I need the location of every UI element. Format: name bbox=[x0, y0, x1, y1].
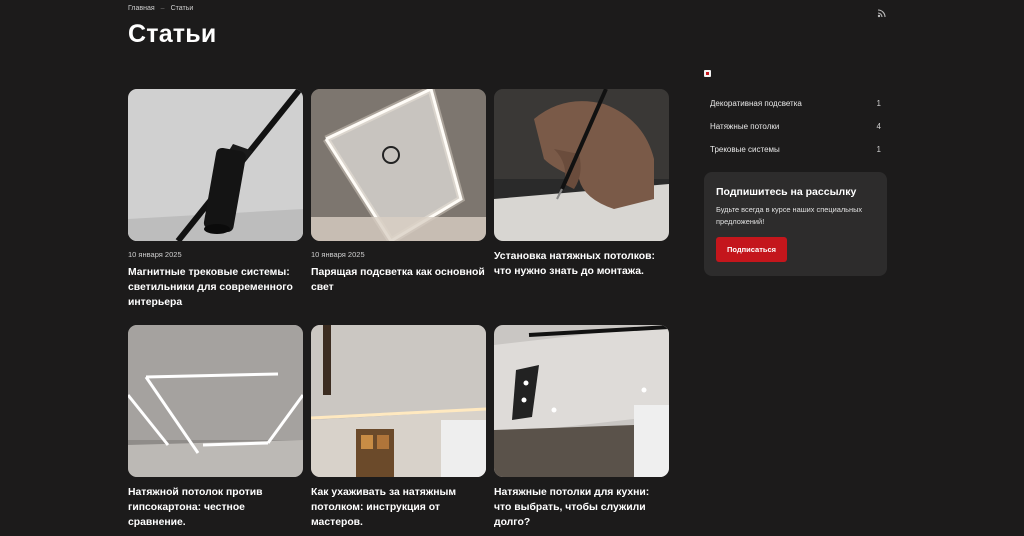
article-image-floating-light[interactable] bbox=[311, 89, 486, 241]
article-image-light-lines[interactable] bbox=[128, 325, 303, 477]
article-card[interactable]: Установка натяжных потолков: что нужно з… bbox=[494, 89, 669, 279]
article-card[interactable]: 10 января 2025 Магнитные трековые систем… bbox=[128, 89, 303, 310]
category-name[interactable]: Натяжные потолки bbox=[710, 122, 779, 131]
breadcrumb-home-link[interactable]: Главная bbox=[128, 5, 155, 12]
article-title[interactable]: Установка натяжных потолков: что нужно з… bbox=[494, 249, 669, 279]
subscribe-title: Подпишитесь на рассылку bbox=[716, 186, 857, 198]
page-title: Статьи bbox=[128, 20, 217, 48]
breadcrumb-separator: – bbox=[160, 5, 165, 12]
subscribe-button[interactable]: Подписаться bbox=[716, 237, 788, 262]
category-item[interactable]: Трековые системы 1 bbox=[704, 138, 887, 161]
breadcrumb: Главная – Статьи bbox=[128, 5, 193, 12]
article-card[interactable]: Натяжной потолок против гипсокартона: че… bbox=[128, 325, 303, 530]
category-count: 1 bbox=[876, 145, 881, 154]
article-image-kitchen-ceiling[interactable] bbox=[494, 325, 669, 477]
article-card[interactable]: Как ухаживать за натяжным потолком: инст… bbox=[311, 325, 486, 530]
article-date: 10 января 2025 bbox=[128, 250, 182, 259]
category-count: 4 bbox=[876, 122, 881, 131]
category-name[interactable]: Трековые системы bbox=[710, 145, 780, 154]
category-item[interactable]: Декоративная подсветка 1 bbox=[704, 92, 887, 115]
category-name[interactable]: Декоративная подсветка bbox=[710, 99, 802, 108]
article-image-hand-writing[interactable] bbox=[494, 89, 669, 241]
article-image-track-light[interactable] bbox=[128, 89, 303, 241]
article-title[interactable]: Магнитные трековые системы: светильники … bbox=[128, 265, 303, 310]
article-title[interactable]: Натяжной потолок против гипсокартона: че… bbox=[128, 485, 303, 530]
sidebar: Декоративная подсветка 1 Натяжные потолк… bbox=[704, 70, 887, 276]
article-date: 10 января 2025 bbox=[311, 250, 365, 259]
breadcrumb-current: Статьи bbox=[170, 5, 194, 12]
article-card[interactable]: 10 января 2025 Парящая подсветка как осн… bbox=[311, 89, 486, 295]
category-item[interactable]: Натяжные потолки 4 bbox=[704, 115, 887, 138]
article-title[interactable]: Как ухаживать за натяжным потолком: инст… bbox=[311, 485, 486, 530]
article-image-room-ceiling[interactable] bbox=[311, 325, 486, 477]
article-card[interactable]: Натяжные потолки для кухни: что выбрать,… bbox=[494, 325, 669, 530]
category-count: 1 bbox=[876, 99, 881, 108]
subscribe-text: Будьте всегда в курсе наших специальных … bbox=[716, 205, 863, 226]
categories-icon bbox=[704, 70, 711, 77]
rss-icon[interactable] bbox=[877, 8, 887, 18]
article-title[interactable]: Натяжные потолки для кухни: что выбрать,… bbox=[494, 485, 669, 530]
article-title[interactable]: Парящая подсветка как основной свет bbox=[311, 265, 486, 295]
subscribe-panel: Подпишитесь на рассылку Будьте всегда в … bbox=[704, 172, 887, 276]
